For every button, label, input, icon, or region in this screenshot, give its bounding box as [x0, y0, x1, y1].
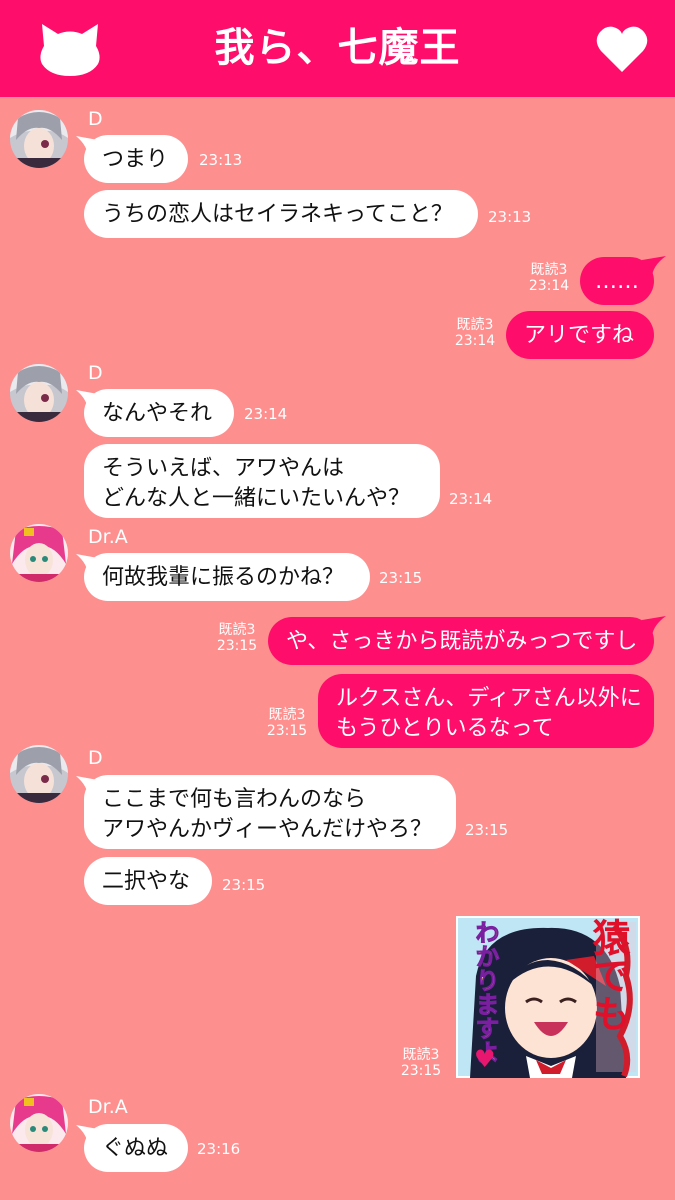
- message-time: 23:13: [488, 208, 532, 226]
- message-time: 23:15: [465, 821, 509, 839]
- message-bubble[interactable]: ここまで何も言わんのなら アワやんかヴィーやんだけやろ？: [84, 775, 456, 849]
- message-time: 23:15: [400, 1063, 442, 1079]
- sticker-kanji: 猿でも: [586, 918, 630, 1032]
- message-bubble[interactable]: なんやそれ: [84, 389, 234, 437]
- message-time: 23:14: [528, 278, 570, 294]
- avatar-d[interactable]: [10, 110, 68, 168]
- message-time: 23:16: [197, 1140, 241, 1158]
- sender-name: D: [88, 747, 103, 769]
- sender-name: D: [88, 362, 103, 384]
- heart-icon[interactable]: [595, 24, 649, 74]
- sticker-heart: ♥: [474, 1045, 496, 1073]
- avatar-d[interactable]: [10, 745, 68, 803]
- message-time: 23:15: [266, 723, 308, 739]
- message-time: 23:15: [379, 569, 423, 587]
- message-time: 23:14: [454, 333, 496, 349]
- avatar-d[interactable]: [10, 364, 68, 422]
- message-line: アワやんかヴィーやんだけやろ？: [102, 817, 433, 842]
- avatar-dr-a[interactable]: [10, 524, 68, 582]
- read-receipt: 既読3: [456, 317, 494, 333]
- message-time: 23:14: [244, 405, 288, 423]
- message-line: そういえば、アワやんは: [102, 456, 345, 481]
- read-receipt: 既読3: [402, 1047, 440, 1063]
- message-time: 23:15: [222, 876, 266, 894]
- sticker-image[interactable]: 猿でも わかりますよ ♥: [456, 916, 640, 1078]
- message-line: ルクスさん、ディアさん以外に: [336, 686, 642, 711]
- avatar-dr-a[interactable]: [10, 1094, 68, 1152]
- read-receipt: 既読3: [218, 622, 256, 638]
- sender-name: Dr.A: [88, 526, 128, 548]
- message-bubble[interactable]: つまり: [84, 135, 188, 183]
- message-bubble[interactable]: 二択やな: [84, 857, 212, 905]
- message-bubble[interactable]: アリですね: [506, 311, 654, 359]
- message-time: 23:13: [199, 151, 243, 169]
- cat-face-icon[interactable]: [38, 22, 102, 76]
- sender-name: D: [88, 108, 103, 130]
- bubble-tail: [642, 256, 666, 278]
- bubble-tail: [642, 616, 666, 638]
- message-bubble[interactable]: 何故我輩に振るのかね？: [84, 553, 370, 601]
- message-time: 23:15: [216, 638, 258, 654]
- sticker-hiragana: わかりますよ: [471, 920, 500, 1065]
- message-line: どんな人と一緒にいたいんや？: [102, 486, 411, 511]
- message-line: ここまで何も言わんのなら: [102, 787, 367, 812]
- chat-header: 我ら、七魔王: [0, 0, 675, 97]
- read-receipt: 既読3: [268, 707, 306, 723]
- message-bubble[interactable]: ルクスさん、ディアさん以外に もうひとりいるなって: [318, 674, 654, 748]
- message-time: 23:14: [449, 490, 493, 508]
- sender-name: Dr.A: [88, 1096, 128, 1118]
- message-bubble[interactable]: ぐぬぬ: [84, 1124, 188, 1172]
- read-receipt: 既読3: [530, 262, 568, 278]
- message-bubble[interactable]: や、さっきから既読がみっつですし: [268, 617, 654, 665]
- message-bubble[interactable]: そういえば、アワやんは どんな人と一緒にいたいんや？: [84, 444, 440, 518]
- message-bubble[interactable]: うちの恋人はセイラネキってこと？: [84, 190, 478, 238]
- message-line: もうひとりいるなって: [336, 716, 554, 741]
